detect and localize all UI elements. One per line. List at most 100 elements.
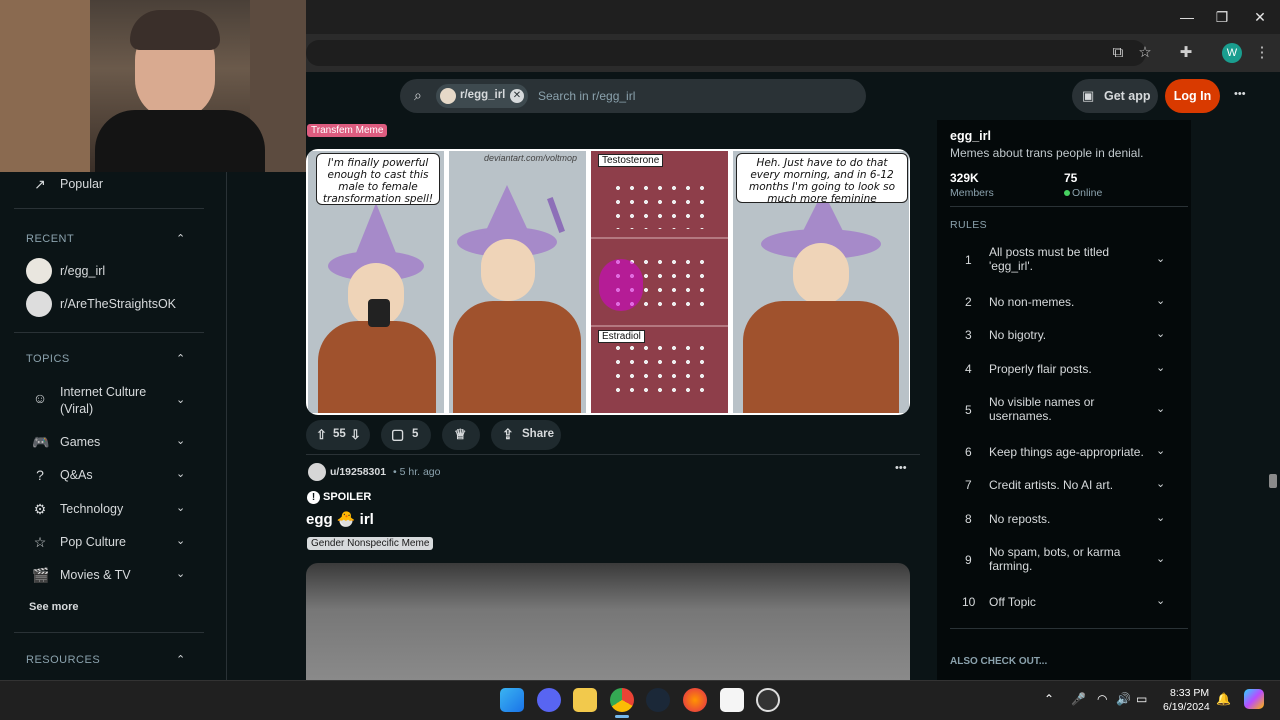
chrome-icon[interactable] [610, 688, 634, 712]
post-title[interactable]: egg 🐣 irl [306, 510, 374, 528]
rule-item[interactable]: No non-memes. [989, 295, 1139, 309]
chevron-down-icon[interactable]: ⌄ [1156, 594, 1165, 607]
topic-pop-culture[interactable]: Pop Culture [60, 535, 126, 549]
discord-icon[interactable] [537, 688, 561, 712]
topic-internet-culture[interactable]: Internet Culture [60, 385, 146, 399]
qa-icon: ? [36, 467, 44, 483]
battery-icon[interactable]: ▭ [1136, 692, 1147, 706]
resources-collapse-icon[interactable]: ⌃ [176, 653, 185, 666]
address-bar[interactable] [306, 40, 1146, 66]
search-input[interactable]: Search in r/egg_irl [538, 89, 635, 103]
post-author[interactable]: u/19258301 [330, 466, 386, 478]
chevron-down-icon[interactable]: ⌄ [176, 434, 185, 447]
divider [950, 628, 1188, 629]
notifications-icon[interactable]: 🔔 [1216, 692, 1231, 706]
chevron-down-icon[interactable]: ⌄ [1156, 511, 1165, 524]
chevron-down-icon[interactable]: ⌄ [176, 501, 185, 514]
comic-panel-2 [449, 151, 586, 413]
chevron-down-icon[interactable]: ⌄ [1156, 477, 1165, 490]
recent-collapse-icon[interactable]: ⌃ [176, 232, 185, 245]
topic-movies-tv[interactable]: Movies & TV [60, 568, 131, 582]
see-more-link[interactable]: See more [29, 601, 79, 613]
rule-item[interactable]: Properly flair posts. [989, 362, 1139, 376]
chevron-down-icon[interactable]: ⌄ [1156, 444, 1165, 457]
rule-item[interactable]: No spam, bots, or karma farming. [989, 545, 1139, 573]
chevron-down-icon[interactable]: ⌄ [1156, 252, 1165, 265]
file-explorer-icon[interactable] [573, 688, 597, 712]
page-scrollbar[interactable] [1266, 72, 1280, 680]
login-button[interactable]: Log In [1165, 79, 1220, 113]
topic-internet-culture-sub[interactable]: (Viral) [60, 402, 93, 416]
rule-item[interactable]: Credit artists. No AI art. [989, 478, 1139, 492]
extensions-icon[interactable]: ✚ [1176, 43, 1196, 63]
browser-menu-icon[interactable]: ⋮ [1252, 43, 1272, 63]
also-check-out-heading: ALSO CHECK OUT... [950, 656, 1048, 667]
start-menu-icon[interactable] [500, 688, 524, 712]
post-options-button[interactable]: ••• [895, 462, 907, 474]
clock-time[interactable]: 8:33 PM [1170, 687, 1209, 699]
rule-item[interactable]: All posts must be titled 'egg_irl'. [989, 245, 1139, 273]
post-flair[interactable]: Transfem Meme [307, 124, 388, 137]
tray-overflow-icon[interactable]: ⌃ [1044, 692, 1054, 706]
maximize-button[interactable]: ❐ [1210, 8, 1234, 26]
minimize-button[interactable]: — [1175, 8, 1199, 26]
online-dot-icon [1064, 190, 1070, 196]
chevron-down-icon[interactable]: ⌄ [1156, 294, 1165, 307]
get-app-label: Get app [1104, 89, 1151, 103]
internet-culture-icon: ☺ [32, 390, 48, 406]
search-bar[interactable]: ⌕ r/egg_irl ✕ Search in r/egg_irl [400, 79, 866, 113]
user-avatar[interactable] [308, 463, 326, 481]
steam-icon[interactable] [646, 688, 670, 712]
chevron-down-icon[interactable]: ⌄ [176, 393, 185, 406]
profile-avatar[interactable]: W [1222, 43, 1242, 63]
share-button[interactable]: ⇪ Share [491, 420, 561, 450]
topic-games[interactable]: Games [60, 435, 100, 449]
chevron-down-icon[interactable]: ⌄ [176, 534, 185, 547]
topics-collapse-icon[interactable]: ⌃ [176, 352, 185, 365]
chevron-down-icon[interactable]: ⌄ [1156, 552, 1165, 565]
witch-sweater [318, 321, 436, 413]
sidebar-item-egg-irl[interactable]: r/egg_irl [60, 264, 105, 278]
obs-icon[interactable] [756, 688, 780, 712]
rule-item[interactable]: Keep things age-appropriate. [989, 445, 1154, 459]
sidebar-item-arethestraightsok[interactable]: r/AreTheStraightsOK [60, 297, 176, 311]
award-button[interactable]: ♕ [442, 420, 480, 450]
volume-icon[interactable]: 🔊 [1116, 692, 1131, 706]
spoiler-blurred-image[interactable] [306, 563, 910, 680]
close-window-button[interactable]: ✕ [1248, 8, 1272, 26]
comments-button[interactable]: ▢ 5 [381, 420, 431, 450]
rule-item[interactable]: No visible names or usernames. [989, 395, 1139, 423]
post-flair[interactable]: Gender Nonspecific Meme [307, 537, 434, 550]
chevron-down-icon[interactable]: ⌄ [1156, 402, 1165, 415]
bookmark-star-icon[interactable]: ☆ [1135, 43, 1155, 63]
post-time: • 5 hr. ago [393, 466, 441, 478]
rule-item[interactable]: No reposts. [989, 512, 1139, 526]
copilot-icon[interactable] [1244, 689, 1264, 709]
chevron-down-icon[interactable]: ⌄ [1156, 327, 1165, 340]
sidebar-item-popular[interactable]: Popular [60, 177, 103, 191]
rule-number: 1 [965, 253, 972, 267]
upvote-icon[interactable]: ⇧ [316, 427, 327, 443]
wifi-icon[interactable]: ◠ [1097, 692, 1107, 706]
clear-chip-icon[interactable]: ✕ [510, 89, 524, 103]
microphone-icon[interactable]: 🎤 [1071, 692, 1086, 706]
more-options-button[interactable]: ••• [1234, 88, 1246, 100]
chevron-down-icon[interactable]: ⌄ [176, 567, 185, 580]
clock-date[interactable]: 6/19/2024 [1163, 701, 1210, 713]
share-label: Share [522, 428, 554, 440]
get-app-button[interactable]: ▣ Get app [1072, 79, 1158, 113]
notion-icon[interactable] [720, 688, 744, 712]
firefox-icon[interactable] [683, 688, 707, 712]
rule-item[interactable]: No bigotry. [989, 328, 1139, 342]
search-community-chip[interactable]: r/egg_irl ✕ [436, 84, 528, 108]
chevron-down-icon[interactable]: ⌄ [1156, 361, 1165, 374]
scrollbar-thumb[interactable] [1269, 474, 1277, 488]
topic-technology[interactable]: Technology [60, 502, 123, 516]
downvote-icon[interactable]: ⇩ [350, 427, 361, 443]
topic-qas[interactable]: Q&As [60, 468, 93, 482]
molecule-diagram [611, 181, 711, 229]
install-app-icon[interactable]: ⧉ [1108, 43, 1128, 63]
chevron-down-icon[interactable]: ⌄ [176, 467, 185, 480]
rule-item[interactable]: Off Topic [989, 595, 1139, 609]
post-image-comic[interactable]: I'm finally powerful enough to cast this… [306, 149, 910, 415]
